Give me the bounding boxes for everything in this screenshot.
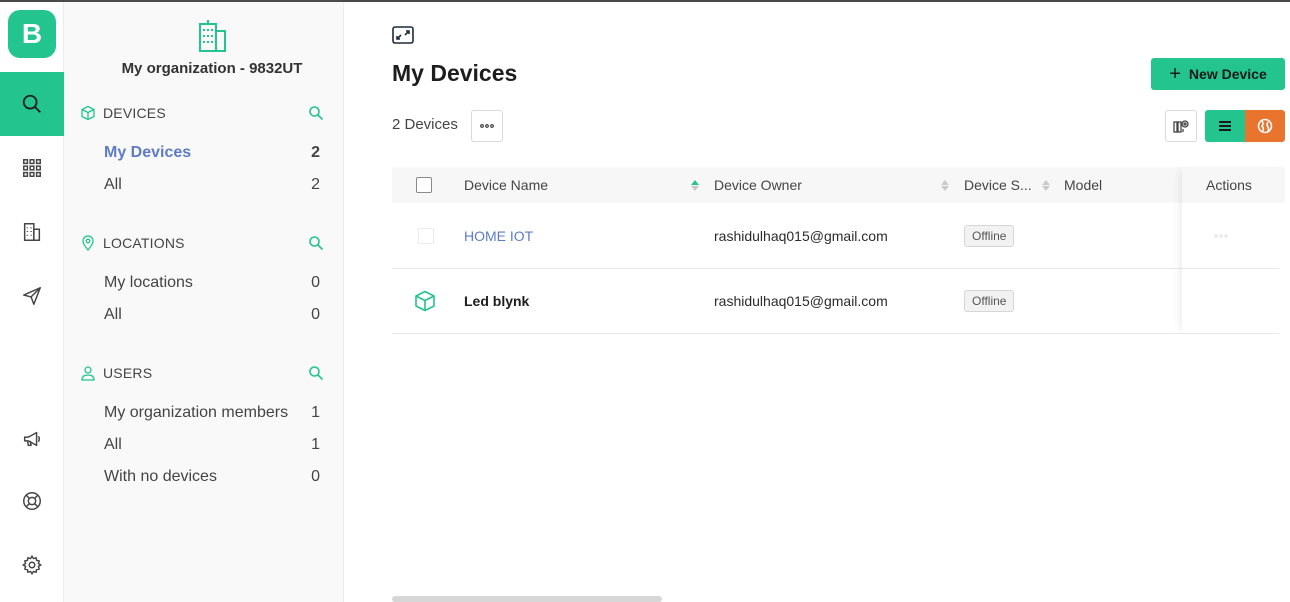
column-label: Device Owner	[714, 177, 802, 193]
column-label: Model	[1064, 177, 1103, 193]
sidebar-item-my-locations[interactable]: My locations 0	[104, 271, 320, 295]
column-model[interactable]: Model	[1064, 167, 1102, 203]
new-device-label: New Device	[1188, 66, 1267, 82]
sort-icon	[1042, 179, 1050, 191]
sidebar-item-label: My Devices	[104, 144, 192, 161]
sidebar-item-count: 0	[311, 468, 320, 485]
apps-grid-icon	[23, 159, 41, 177]
sidebar-item-label: With no devices	[104, 468, 217, 485]
more-options-button[interactable]	[471, 110, 503, 142]
sidebar-item-count: 0	[311, 306, 320, 323]
select-all-checkbox-cell	[416, 167, 432, 203]
columns-settings-button[interactable]	[1165, 110, 1197, 142]
status-badge: Offline	[964, 290, 1015, 312]
globe-icon	[1257, 118, 1273, 134]
table-row[interactable]: Led blynk rashidulhaq015@gmail.com Offli…	[392, 269, 1279, 334]
sidebar-item-count: 0	[311, 274, 320, 291]
nav-settings[interactable]	[0, 533, 64, 597]
main-content: My Devices + New Device 2 Devices Device…	[344, 2, 1290, 602]
row-checkbox[interactable]	[418, 228, 434, 244]
sidebar-item-label: All	[104, 176, 122, 193]
send-icon	[23, 287, 41, 305]
sidebar: My organization - 9832UT DEVICES My Devi…	[64, 2, 344, 602]
search-icon	[22, 94, 41, 113]
devices-section-header: DEVICES	[80, 103, 324, 123]
sort-icon	[941, 179, 949, 191]
select-all-checkbox[interactable]	[416, 177, 432, 193]
users-section-title: USERS	[103, 365, 153, 381]
expand-icon[interactable]	[392, 26, 414, 44]
cube-icon	[415, 290, 435, 312]
status-badge: Offline	[964, 225, 1015, 247]
sort-icon	[691, 179, 699, 191]
devices-search-icon[interactable]	[308, 105, 324, 121]
sidebar-item-users-no-devices[interactable]: With no devices 0	[104, 465, 320, 489]
map-view-toggle[interactable]	[1245, 110, 1285, 142]
sidebar-item-count: 1	[311, 404, 320, 421]
users-search-icon[interactable]	[308, 365, 324, 381]
nav-apps[interactable]	[0, 136, 64, 200]
sidebar-item-my-devices[interactable]: My Devices 2	[104, 141, 320, 165]
ellipsis-icon	[480, 124, 494, 128]
sidebar-item-count: 2	[311, 176, 320, 193]
list-icon	[1219, 121, 1231, 131]
device-status-cell: Offline	[964, 269, 1015, 333]
lifebuoy-icon	[23, 492, 41, 510]
columns-settings-icon	[1173, 120, 1189, 133]
building-icon	[23, 223, 41, 241]
column-label: Device Name	[464, 177, 549, 193]
page-title: My Devices	[392, 60, 518, 86]
locations-search-icon[interactable]	[308, 235, 324, 251]
nav-help[interactable]	[0, 469, 64, 533]
column-device-name[interactable]: Device Name	[464, 167, 699, 203]
organization-title: My organization - 9832UT	[121, 60, 303, 77]
nav-search[interactable]	[0, 72, 64, 136]
actions-column-shadow	[1182, 167, 1286, 334]
horizontal-scrollbar[interactable]	[392, 596, 662, 602]
column-label: Device S...	[964, 177, 1032, 193]
row-checkbox-cell	[418, 204, 434, 268]
new-device-button[interactable]: + New Device	[1151, 58, 1285, 90]
device-name-link[interactable]: HOME IOT	[464, 204, 533, 268]
settings-gear-icon	[21, 554, 43, 576]
nav-send[interactable]	[0, 264, 64, 328]
organization-building-icon	[199, 20, 226, 52]
sidebar-item-count: 2	[311, 144, 320, 161]
sidebar-item-label: My organization members	[104, 404, 289, 421]
org-logo	[64, 18, 360, 57]
nav-organizations[interactable]	[0, 200, 64, 264]
megaphone-icon	[23, 431, 41, 447]
plus-icon: +	[1169, 63, 1181, 85]
devices-table-header: Device Name Device Owner Device S... Mod…	[392, 167, 1285, 203]
user-icon	[81, 366, 95, 381]
location-pin-icon	[82, 235, 94, 251]
blynk-logo[interactable]: B	[8, 10, 56, 58]
column-device-status[interactable]: Device S...	[964, 167, 1050, 203]
icon-rail: B	[0, 2, 64, 602]
nav-announcements[interactable]	[0, 407, 64, 471]
table-row[interactable]: HOME IOT rashidulhaq015@gmail.com Offlin…	[392, 204, 1279, 269]
devices-section-title: DEVICES	[103, 105, 166, 121]
device-count: 2 Devices	[392, 116, 458, 133]
device-owner: rashidulhaq015@gmail.com	[714, 293, 888, 309]
device-icon-cell	[413, 269, 437, 333]
sidebar-item-label: All	[104, 306, 122, 323]
sidebar-item-label: All	[104, 436, 122, 453]
users-section-header: USERS	[80, 363, 324, 383]
locations-section-title: LOCATIONS	[103, 235, 185, 251]
sidebar-item-count: 1	[311, 436, 320, 453]
sidebar-item-label: My locations	[104, 274, 193, 291]
device-name-link[interactable]: Led blynk	[464, 269, 529, 333]
sidebar-item-all-locations[interactable]: All 0	[104, 303, 320, 327]
sidebar-item-org-members[interactable]: My organization members 1	[104, 401, 320, 425]
device-owner: rashidulhaq015@gmail.com	[714, 228, 888, 244]
cube-icon	[81, 105, 95, 121]
sidebar-item-all-users[interactable]: All 1	[104, 433, 320, 457]
locations-section-header: LOCATIONS	[80, 233, 324, 253]
device-status-cell: Offline	[964, 204, 1015, 268]
list-view-toggle[interactable]	[1205, 110, 1245, 142]
sidebar-item-all-devices[interactable]: All 2	[104, 173, 320, 197]
column-device-owner[interactable]: Device Owner	[714, 167, 949, 203]
